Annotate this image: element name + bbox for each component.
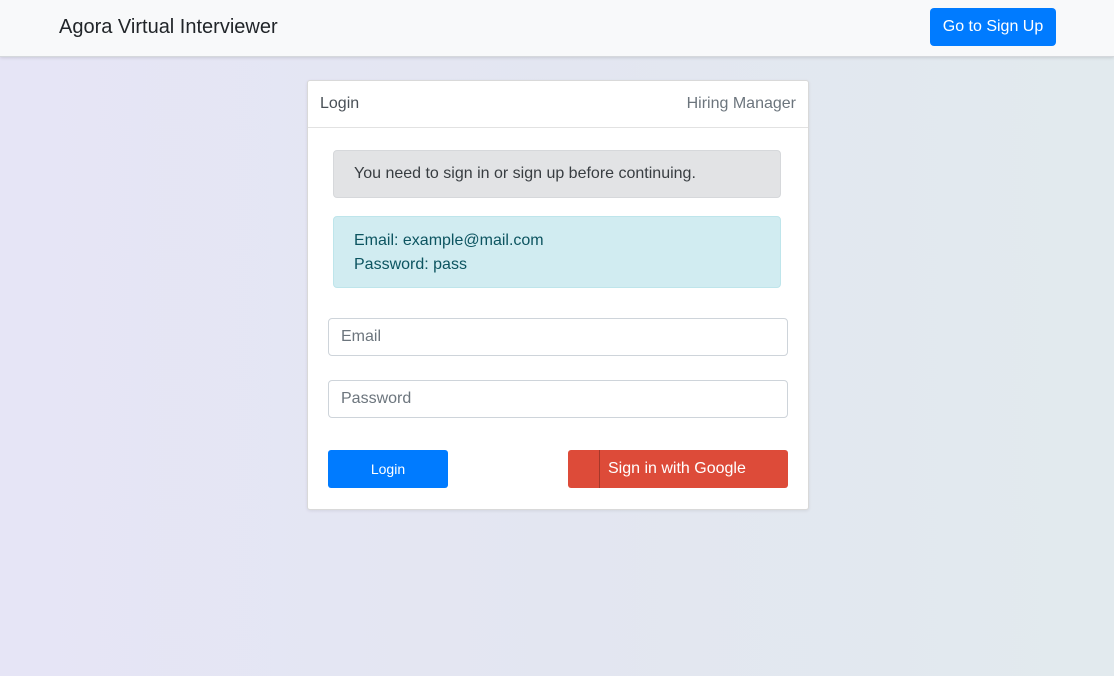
- sign-in-with-google-button[interactable]: Sign in with Google: [568, 450, 788, 488]
- tab-login[interactable]: Login: [320, 95, 359, 113]
- go-to-signup-button[interactable]: Go to Sign Up: [930, 8, 1056, 46]
- demo-email-text: Email: example@mail.com: [354, 232, 544, 249]
- password-input[interactable]: [328, 380, 788, 418]
- card-header: Login Hiring Manager: [308, 81, 808, 128]
- demo-password-text: Password: pass: [354, 256, 467, 273]
- demo-credentials-alert: Email: example@mail.com Password: pass: [333, 216, 781, 288]
- email-input[interactable]: [328, 318, 788, 356]
- login-card: Login Hiring Manager You need to sign in…: [307, 80, 809, 510]
- top-navbar: Agora Virtual Interviewer Go to Sign Up: [0, 0, 1114, 57]
- google-icon: [568, 450, 600, 488]
- login-button[interactable]: Login: [328, 450, 448, 488]
- google-button-label: Sign in with Google: [608, 460, 746, 477]
- signin-required-alert: You need to sign in or sign up before co…: [333, 150, 781, 198]
- tab-hiring-manager[interactable]: Hiring Manager: [687, 95, 796, 113]
- brand-link[interactable]: Agora Virtual Interviewer: [59, 15, 278, 39]
